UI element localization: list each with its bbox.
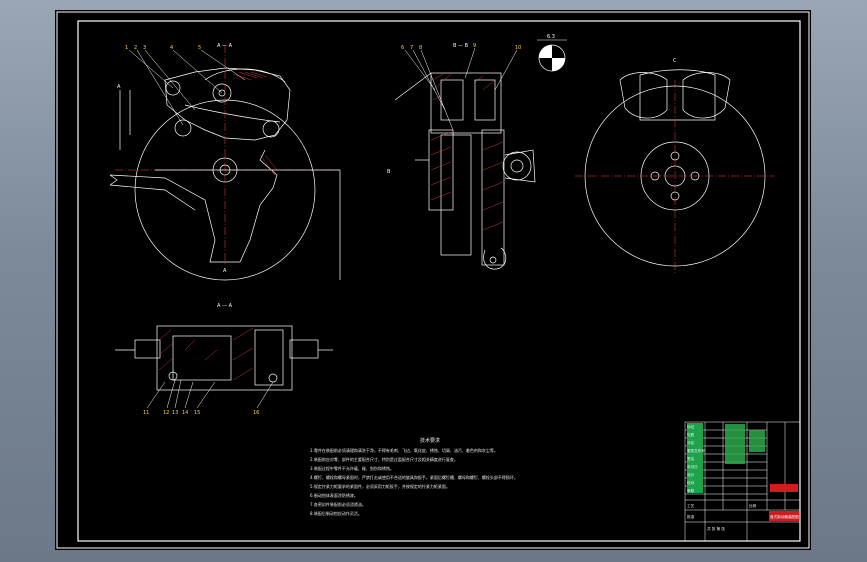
title-block-fills	[687, 423, 799, 521]
view-b-hatch	[430, 73, 504, 231]
arrow-a-bottom-label: A	[223, 268, 227, 274]
leaders-top-mid	[404, 47, 518, 131]
part-num-15: 15	[194, 410, 200, 416]
tb-row-5: 年月日	[687, 464, 698, 469]
part-num-12: 12	[163, 410, 169, 416]
part-num-6: 6	[401, 45, 404, 51]
tb-row-1: 处数	[687, 432, 695, 437]
part-num-10: 10	[515, 45, 521, 51]
tb-sheet-label: 共 张 第 张	[707, 526, 725, 531]
part-num-2: 2	[134, 45, 137, 51]
part-num-11: 11	[143, 410, 149, 416]
part-num-13: 13	[172, 410, 178, 416]
arrow-a-left-label: A	[117, 84, 121, 90]
part-num-4: 4	[170, 45, 173, 51]
part-num-1: 1	[125, 45, 128, 51]
note-3: 3.装配过程中零件不允许磕、碰、划伤和锈蚀。	[310, 465, 394, 471]
tb-row-2: 分区	[687, 440, 695, 445]
cad-viewport[interactable]: A — A A A 1 2 3 4 5 B — B B 6 7 8 9 10 6…	[55, 10, 811, 550]
leaders-bottom	[146, 379, 274, 409]
part-num-8: 8	[419, 45, 422, 51]
tb-scale-label: 比例	[749, 503, 757, 508]
note-6: 6.制动钳体表面涂防锈漆。	[310, 492, 358, 498]
note-8: 8.装配后制动钳应动作灵活。	[310, 510, 362, 516]
view-c-disc	[575, 69, 775, 275]
part-num-9: 9	[473, 43, 476, 49]
part-num-7: 7	[410, 45, 413, 51]
view-bottom-section	[115, 325, 333, 391]
part-num-14: 14	[182, 410, 188, 416]
part-num-3: 3	[143, 45, 146, 51]
roughness-value: 6.3	[547, 34, 555, 40]
note-5: 5.规定拧紧力矩要求的紧固件，必须采用力矩扳手，并按规定的拧紧力矩紧固。	[310, 483, 450, 489]
tb-row-8: 审核	[687, 488, 695, 493]
technical-notes: 技术要求 1.零件在装配前必须清理和清洗干净，不得有毛刺、飞边、氧化皮、锈蚀、切…	[310, 437, 518, 516]
view-a-hatch	[232, 71, 278, 176]
tb-row-10: 批准	[687, 514, 695, 519]
notes-title: 技术要求	[420, 437, 440, 444]
tb-row-9: 工艺	[687, 503, 695, 508]
view-b-title: B — B	[453, 43, 469, 49]
tb-row-6: 设计	[687, 472, 695, 477]
part-num-16: 16	[253, 410, 259, 416]
tb-drawing-name: 盘式制动器装配图	[770, 514, 799, 519]
tb-row-0: 标记	[687, 424, 695, 429]
note-1: 1.零件在装配前必须清理和清洗干净，不得有毛刺、飞边、氧化皮、锈蚀、切屑、油污、…	[310, 447, 498, 453]
tb-row-4: 签名	[687, 456, 695, 461]
tb-row-7: 校对	[687, 480, 695, 485]
note-7: 7.各密封件装配前必须浸透油。	[310, 501, 366, 507]
note-4: 4.螺钉、螺栓和螺母紧固时，严禁打击或使用不合适的旋具和扳手。紧固后螺钉槽、螺母…	[310, 474, 518, 480]
view-a-bottom-title: A — A	[217, 303, 233, 309]
drawing-sheet: A — A A A 1 2 3 4 5 B — B B 6 7 8 9 10 6…	[56, 11, 810, 549]
view-a-caliper-front	[109, 45, 341, 281]
view-a-title: A — A	[217, 43, 233, 49]
roughness-symbol	[537, 39, 567, 72]
leaders-top-left	[128, 49, 246, 126]
view-c-title: C	[673, 58, 677, 64]
note-2: 2.装配前应对零、部件的主要配合尺寸，特别是过盈配合尺寸及相关精度进行复查。	[310, 456, 458, 462]
tb-row-3: 更改文件号	[687, 448, 705, 453]
arrow-b-label: B	[387, 169, 391, 175]
view-b-section	[394, 72, 536, 270]
part-num-5: 5	[198, 45, 201, 51]
